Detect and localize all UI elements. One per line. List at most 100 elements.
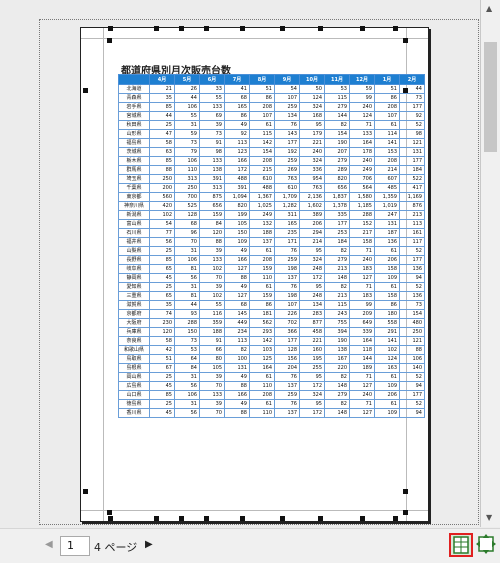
value-cell: 168 bbox=[299, 111, 325, 121]
margin-handle[interactable] bbox=[393, 516, 398, 521]
page-break-preview-button[interactable] bbox=[449, 533, 473, 557]
margin-handle[interactable] bbox=[403, 38, 408, 43]
value-cell: 485 bbox=[374, 183, 400, 193]
margin-handle[interactable] bbox=[108, 26, 113, 31]
value-cell: 52 bbox=[399, 246, 425, 256]
value-cell: 84 bbox=[174, 363, 200, 373]
value-cell: 279 bbox=[324, 390, 350, 400]
prev-page-icon[interactable]: ◀ bbox=[45, 539, 53, 550]
value-cell: 137 bbox=[274, 273, 300, 283]
value-cell: 76 bbox=[274, 372, 300, 382]
top-margin-guide[interactable] bbox=[81, 38, 428, 39]
value-cell: 159 bbox=[249, 264, 275, 274]
margin-handle[interactable] bbox=[179, 26, 184, 31]
page-number-input[interactable]: 1 bbox=[60, 536, 90, 556]
margin-handle[interactable] bbox=[360, 26, 365, 31]
value-cell: 82 bbox=[324, 246, 350, 256]
vertical-scrollbar[interactable]: ▲ ▼ bbox=[481, 0, 500, 527]
value-cell: 417 bbox=[399, 183, 425, 193]
value-cell: 110 bbox=[249, 408, 275, 418]
value-cell: 113 bbox=[399, 219, 425, 229]
prefecture-cell: 大阪府 bbox=[118, 318, 150, 328]
table-row: 神奈川県 420 525 656 820 1,025 1,282 1,602 1,378 1,18… bbox=[118, 201, 425, 211]
value-cell: 74 bbox=[149, 309, 175, 319]
header-cell-month: 8月 bbox=[249, 74, 275, 85]
table-row: 岩手県 85 106 133 165 208 259 324 279 240 208 177 bbox=[118, 102, 425, 112]
value-cell: 25 bbox=[149, 120, 175, 130]
value-cell: 52 bbox=[399, 120, 425, 130]
margin-handle[interactable] bbox=[240, 516, 245, 521]
value-cell: 109 bbox=[224, 237, 250, 247]
margin-handle[interactable] bbox=[108, 516, 113, 521]
value-cell: 336 bbox=[299, 165, 325, 175]
margin-handle[interactable] bbox=[318, 516, 323, 521]
value-cell: 184 bbox=[324, 237, 350, 247]
value-cell: 96 bbox=[174, 228, 200, 238]
table-row: 山口県 85 106 133 166 208 259 324 279 240 206 177 bbox=[118, 390, 425, 400]
value-cell: 480 bbox=[399, 318, 425, 328]
value-cell: 217 bbox=[349, 228, 375, 238]
margin-handle[interactable] bbox=[204, 516, 209, 521]
margin-handle[interactable] bbox=[240, 26, 245, 31]
value-cell: 121 bbox=[399, 336, 425, 346]
fit-to-window-button[interactable] bbox=[475, 533, 497, 555]
scroll-up-icon[interactable]: ▲ bbox=[486, 4, 492, 13]
value-cell: 163 bbox=[374, 363, 400, 373]
margin-handle[interactable] bbox=[83, 489, 88, 494]
table-header-row: 4月 5月 6月 7月 8月 9月 10月 11月 12月 1月 2月 bbox=[118, 74, 425, 85]
scroll-down-icon[interactable]: ▼ bbox=[486, 513, 492, 522]
margin-handle[interactable] bbox=[179, 516, 184, 521]
margin-handle[interactable] bbox=[83, 88, 88, 93]
value-cell: 560 bbox=[149, 192, 175, 202]
prefecture-cell: 山口県 bbox=[118, 390, 150, 400]
table-row: 北海道 21 26 33 41 51 54 50 53 59 51 44 bbox=[118, 84, 425, 94]
value-cell: 247 bbox=[374, 210, 400, 220]
margin-handle[interactable] bbox=[318, 26, 323, 31]
value-cell: 458 bbox=[299, 327, 325, 337]
value-cell: 240 bbox=[299, 147, 325, 157]
value-cell: 138 bbox=[199, 165, 225, 175]
value-cell: 142 bbox=[249, 138, 275, 148]
value-cell: 76 bbox=[274, 399, 300, 409]
margin-handle[interactable] bbox=[154, 26, 159, 31]
prefecture-cell: 神奈川県 bbox=[118, 201, 150, 211]
value-cell: 288 bbox=[349, 210, 375, 220]
margin-handle[interactable] bbox=[393, 26, 398, 31]
value-cell: 115 bbox=[324, 300, 350, 310]
value-cell: 177 bbox=[274, 138, 300, 148]
value-cell: 954 bbox=[299, 174, 325, 184]
margin-handle[interactable] bbox=[280, 516, 285, 521]
scroll-thumb[interactable] bbox=[484, 42, 497, 152]
left-margin-guide[interactable] bbox=[103, 28, 104, 521]
value-cell: 171 bbox=[274, 237, 300, 247]
prefecture-cell: 愛知県 bbox=[118, 282, 150, 292]
value-cell: 125 bbox=[249, 354, 275, 364]
margin-handle[interactable] bbox=[403, 489, 408, 494]
margin-handle[interactable] bbox=[360, 516, 365, 521]
prefecture-cell: 和歌山県 bbox=[118, 345, 150, 355]
table-row: 石川県 77 96 120 150 188 235 294 253 217 187 161 bbox=[118, 228, 425, 238]
margin-handle[interactable] bbox=[403, 510, 408, 515]
bottom-margin-guide[interactable] bbox=[81, 510, 428, 511]
margin-handle[interactable] bbox=[204, 26, 209, 31]
table-row: 宮城県 44 55 69 86 107 134 168 144 124 107 92 bbox=[118, 111, 425, 121]
value-cell: 102 bbox=[199, 264, 225, 274]
next-page-icon[interactable]: ▶ bbox=[145, 539, 153, 550]
value-cell: 61 bbox=[374, 372, 400, 382]
value-cell: 31 bbox=[174, 246, 200, 256]
value-cell: 142 bbox=[249, 336, 275, 346]
value-cell: 85 bbox=[149, 255, 175, 265]
margin-handle[interactable] bbox=[154, 516, 159, 521]
margin-handle[interactable] bbox=[280, 26, 285, 31]
fit-to-window-icon bbox=[476, 534, 496, 554]
value-cell: 1,094 bbox=[224, 192, 250, 202]
page-break-preview-icon bbox=[453, 536, 469, 554]
value-cell: 105 bbox=[199, 363, 225, 373]
value-cell: 488 bbox=[224, 174, 250, 184]
value-cell: 127 bbox=[224, 291, 250, 301]
value-cell: 324 bbox=[299, 390, 325, 400]
value-cell: 65 bbox=[149, 264, 175, 274]
value-cell: 206 bbox=[299, 219, 325, 229]
margin-handle[interactable] bbox=[107, 510, 112, 515]
margin-handle[interactable] bbox=[107, 38, 112, 43]
